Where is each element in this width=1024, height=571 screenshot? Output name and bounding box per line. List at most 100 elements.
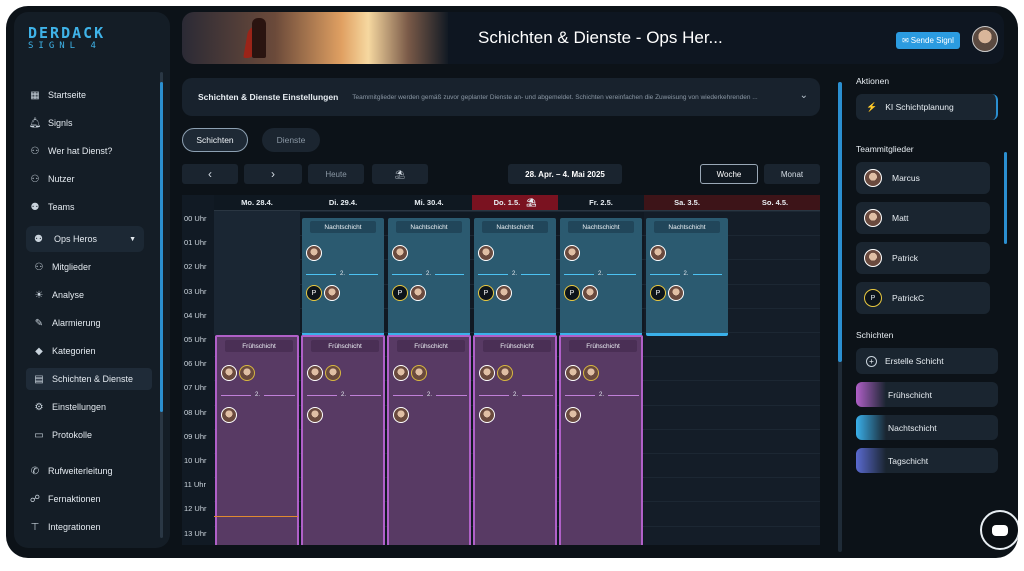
sidebar-item-on-duty[interactable]: ⚇ Wer hat Dienst? [22,140,156,162]
member-name: Patrick [892,253,918,263]
sidebar-item-label: Mitglieder [52,262,92,272]
tab-duties[interactable]: Dienste [262,128,320,152]
chevron-down-icon[interactable]: ⌄ [800,90,808,101]
shift-label: Nachtschicht [310,221,376,233]
early-shift-block[interactable]: Frühschicht 2. [559,335,643,545]
avatar [864,169,882,187]
night-shift-block[interactable]: Nachtschicht 2. P [646,218,728,336]
night-shift-block[interactable]: Nachtschicht 2. P [474,218,556,336]
logo-text: DERDACK [28,24,106,42]
day-header[interactable]: Do. 1.5. ⛱ [472,195,558,211]
tab-shifts[interactable]: Schichten [182,128,248,152]
shift-label: Nachtschicht [396,221,462,233]
date-range-display[interactable]: 28. Apr. – 4. Mai 2025 [508,164,622,184]
day-header[interactable]: Mo. 28.4. [214,195,300,211]
day-cell[interactable] [214,211,300,335]
sidebar-item-fernaktionen[interactable]: ☍ Fernaktionen [22,488,156,510]
shift-item-frueh[interactable]: Frühschicht [856,382,998,407]
main-scrollbar[interactable] [838,82,842,552]
user-icon: ⚇ [30,173,40,185]
document-icon: ▭ [34,429,44,441]
hour-label: 00 Uhr [184,214,207,223]
sidebar-item-schichten-dienste[interactable]: ▤ Schichten & Dienste [26,368,152,390]
member-item[interactable]: P PatrickC [856,282,990,314]
shift-label: Nachtschicht [654,221,720,233]
plus-icon: + [866,355,877,367]
prev-week-button[interactable]: ‹ [182,164,238,184]
settings-panel[interactable]: Schichten & Dienste Einstellungen Teammi… [182,78,820,116]
members-icon: ⚇ [34,261,44,273]
sidebar-scrollbar[interactable] [160,72,163,538]
escalation-level: 2. [479,391,553,399]
ai-icon: ⚡ [866,101,878,112]
shift-item-nacht[interactable]: Nachtschicht [856,415,998,440]
day-header[interactable]: So. 4.5. [730,195,820,211]
phone-icon: ✆ [30,465,40,477]
day-header[interactable]: Di. 29.4. [300,195,386,211]
night-shift-block[interactable]: Nachtschicht 2. P [388,218,470,336]
member-item[interactable]: Marcus [856,162,990,194]
early-shift-block[interactable]: Frühschicht 2. [215,335,299,545]
megaphone-icon: ✉ [902,36,909,45]
escalation-level: 2. [565,391,639,399]
sidebar-item-einstellungen[interactable]: ⚙ Einstellungen [26,396,152,418]
day-header-label: Mo. 28.4. [241,198,273,207]
next-week-button[interactable]: › [244,164,302,184]
sidebar-item-label: Analyse [52,290,85,300]
palm-tree-icon: ⛱ [394,169,406,179]
avatar: P [392,285,408,301]
chat-button[interactable] [980,510,1018,550]
sidebar-item-label: Einstellungen [52,402,107,412]
today-button[interactable]: Heute [308,164,364,184]
avatar [864,249,882,267]
members-scrollbar[interactable] [1004,152,1007,244]
day-header-label: Mi. 30.4. [414,198,444,207]
early-shift-block[interactable]: Frühschicht 2. [473,335,557,545]
day-header[interactable]: Fr. 2.5. [558,195,644,211]
early-shift-block[interactable]: Frühschicht 2. [301,335,385,545]
send-signl-button[interactable]: ✉ Sende Signl [896,32,960,49]
shift-label: Nachtschicht [482,221,548,233]
member-item[interactable]: Matt [856,202,990,234]
sidebar-item-teams[interactable]: ⚉ Teams [22,196,156,218]
sidebar-item-protokolle[interactable]: ▭ Protokolle [26,424,152,446]
hour-label: 04 Uhr [184,310,207,320]
user-avatar[interactable] [972,26,998,52]
sidebar-item-mitglieder[interactable]: ⚇ Mitglieder [26,256,152,278]
month-view-button[interactable]: Monat [764,164,820,184]
level-label: 2. [341,392,347,398]
sidebar-item-rufweiterleitung[interactable]: ✆ Rufweiterleitung [22,460,156,482]
sidebar-item-signls[interactable]: 🔔︎ Signls [22,112,156,134]
ai-shift-planning-button[interactable]: ⚡ KI Schichtplanung [856,94,998,120]
sidebar-item-integrationen[interactable]: ⊤ Integrationen [22,516,156,538]
create-shift-button[interactable]: + Erstelle Schicht [856,348,998,374]
team-selector[interactable]: ⚉ Ops Heros ▼ [26,226,144,252]
logo-subtext: SIGNL 4 [28,41,101,51]
night-shift-block[interactable]: Nachtschicht 2. P [302,218,384,336]
shift-label: Frühschicht [311,340,379,352]
shift-item-tag[interactable]: Tagschicht [856,448,998,473]
day-header[interactable]: Mi. 30.4. [386,195,472,211]
sidebar-item-startseite[interactable]: ▦ Startseite [22,84,156,106]
sidebar-item-alarmierung[interactable]: ✎ Alarmierung [26,312,152,334]
hour-label: 10 Uhr [184,456,207,465]
avatar [478,245,494,261]
night-shift-block[interactable]: Nachtschicht 2. P [560,218,642,336]
plug-icon: ⊤ [30,521,40,533]
user-icon: ⚇ [30,145,40,157]
day-header[interactable]: Sa. 3.5. [644,195,730,211]
week-view-button[interactable]: Woche [700,164,758,184]
sidebar-item-nutzer[interactable]: ⚇ Nutzer [22,168,156,190]
escalation-level: 2. [564,270,636,278]
app-window: DERDACK SIGNL 4 ▦ Startseite 🔔︎ Signls ⚇ We… [6,6,1018,558]
sidebar-item-analyse[interactable]: ☀ Analyse [26,284,152,306]
sidebar-item-kategorien[interactable]: ◆ Kategorien [26,340,152,362]
member-item[interactable]: Patrick [856,242,990,274]
hour-label: 07 Uhr [184,383,207,393]
holiday-button[interactable]: ⛱ [372,164,428,184]
early-shift-block[interactable]: Frühschicht 2. [387,335,471,545]
create-shift-label: Erstelle Schicht [885,356,944,366]
chat-icon [992,524,1008,536]
escalation-level: 2. [650,270,723,278]
actions-title: Aktionen [856,76,890,86]
